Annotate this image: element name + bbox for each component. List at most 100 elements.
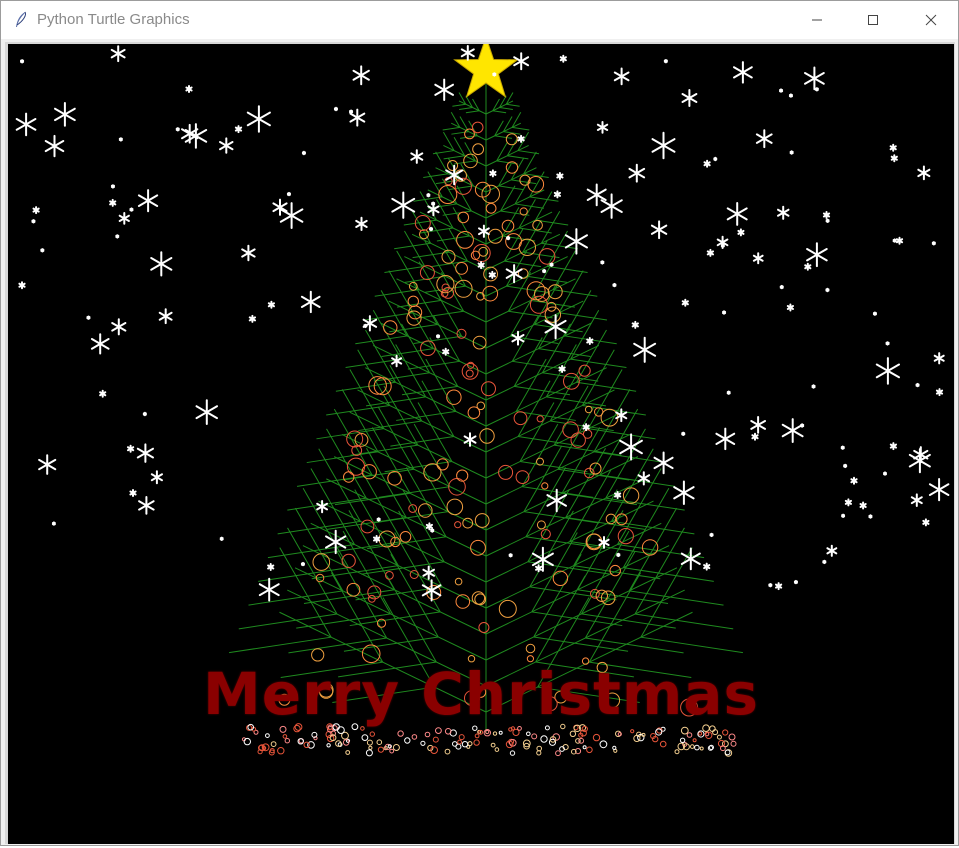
snowflake-icon xyxy=(300,290,321,314)
snowflake-icon xyxy=(241,244,256,262)
snowflake-icon xyxy=(158,308,173,325)
close-button[interactable] xyxy=(908,1,954,39)
snowflake-icon xyxy=(890,154,898,163)
snowflake-icon xyxy=(333,106,338,112)
snowflake-icon xyxy=(15,112,37,137)
turtle-canvas[interactable]: Merry Christmas xyxy=(8,35,954,844)
snowflake-icon xyxy=(248,314,256,323)
snowflake-icon xyxy=(138,496,155,515)
snowflake-icon xyxy=(391,191,416,219)
turtle-window: Python Turtle Graphics Merry Christmas xyxy=(0,0,959,846)
snowflake-icon xyxy=(826,544,838,557)
snowflake-icon xyxy=(650,220,668,240)
snowflake-icon xyxy=(51,521,56,526)
snowflake-icon xyxy=(612,282,617,288)
snowflake-icon xyxy=(633,336,657,363)
snowflake-icon xyxy=(90,333,110,355)
snowflake-icon xyxy=(786,303,794,312)
snowflake-icon xyxy=(425,522,433,531)
snowflake-icon xyxy=(258,577,280,602)
snowflake-icon xyxy=(142,411,147,417)
snowflake-icon xyxy=(709,532,714,538)
snowflake-icon xyxy=(286,191,291,197)
close-icon xyxy=(925,14,937,26)
maximize-icon xyxy=(868,15,878,25)
snowflake-icon xyxy=(804,262,812,271)
snowflake-icon xyxy=(40,248,45,253)
snowflake-icon xyxy=(850,476,858,485)
minimize-button[interactable] xyxy=(794,1,840,39)
snowflake-icon xyxy=(872,311,877,316)
snowflake-icon xyxy=(426,193,431,198)
snowflake-icon xyxy=(373,535,381,543)
snowflake-icon xyxy=(825,287,830,293)
feather-icon xyxy=(11,10,31,30)
snowflake-icon xyxy=(582,423,590,432)
snowflake-icon xyxy=(175,127,180,132)
snowflake-icon xyxy=(889,143,897,152)
snowflake-icon xyxy=(910,493,923,507)
snowflake-icon xyxy=(421,579,442,602)
window-title: Python Turtle Graphics xyxy=(37,11,190,28)
snowflake-icon xyxy=(631,320,639,329)
maximize-button[interactable] xyxy=(850,1,896,39)
snowflake-icon xyxy=(673,480,695,505)
snowflake-icon xyxy=(32,206,40,215)
snowflake-icon xyxy=(316,500,328,514)
snowflake-icon xyxy=(463,432,477,447)
snowflake-icon xyxy=(549,262,554,267)
snowflake-icon xyxy=(933,352,945,365)
snowflake-icon xyxy=(219,137,234,154)
snowflake-icon xyxy=(136,443,154,463)
snowflake-icon xyxy=(430,528,435,533)
snowflake-icon xyxy=(844,498,852,507)
snowflake-icon xyxy=(889,442,897,451)
snowflake-icon xyxy=(559,54,567,63)
snowflake-icon xyxy=(553,190,561,199)
snowflake-icon xyxy=(109,198,117,207)
snowflake-icon xyxy=(806,242,828,268)
snowflake-icon xyxy=(663,59,668,64)
snowflake-icon xyxy=(246,105,271,133)
snowflake-icon xyxy=(129,207,134,212)
snowflake-icon xyxy=(422,565,435,580)
snowflake-icon xyxy=(840,445,845,450)
snowflake-icon xyxy=(492,72,497,77)
snowflake-icon xyxy=(431,201,436,206)
snowflake-icon xyxy=(793,579,798,585)
snowflake-icon xyxy=(564,228,588,255)
snowflake-icon xyxy=(651,131,676,160)
snowflake-icon xyxy=(535,564,543,573)
snowflake-icon xyxy=(892,238,897,243)
snowflake-icon xyxy=(54,102,76,127)
snowflake-icon xyxy=(755,129,773,149)
snowflake-icon xyxy=(376,517,381,522)
snowflake-icon xyxy=(150,470,163,485)
snowflake-icon xyxy=(410,149,424,164)
snowflake-icon xyxy=(885,341,890,346)
snowflake-icon xyxy=(38,454,57,475)
snowflake-icon xyxy=(779,284,784,290)
title-bar[interactable]: Python Turtle Graphics xyxy=(1,1,958,39)
snowflake-icon xyxy=(706,248,714,257)
snowflake-icon xyxy=(804,66,825,91)
snowflake-icon xyxy=(488,270,496,279)
snowflake-icon xyxy=(922,518,930,527)
snowflake-icon xyxy=(825,218,830,223)
snowflake-icon xyxy=(460,45,475,61)
snowflake-icon xyxy=(506,235,511,241)
snowflake-icon xyxy=(628,163,646,183)
snowflake-icon xyxy=(883,471,887,476)
snowflake-icon xyxy=(931,241,936,246)
snowflake-icon xyxy=(681,298,689,307)
snowflake-icon xyxy=(517,134,525,143)
snowflake-icon xyxy=(586,337,594,345)
minimize-icon xyxy=(812,19,822,21)
snowflake-icon xyxy=(703,159,711,168)
snowflake-icon xyxy=(44,134,65,158)
snowflake-icon xyxy=(720,243,725,248)
snowflake-icon xyxy=(781,418,804,443)
snowflake-icon xyxy=(363,323,368,329)
snowflake-icon xyxy=(118,137,123,142)
snowflake-icon xyxy=(822,559,827,565)
